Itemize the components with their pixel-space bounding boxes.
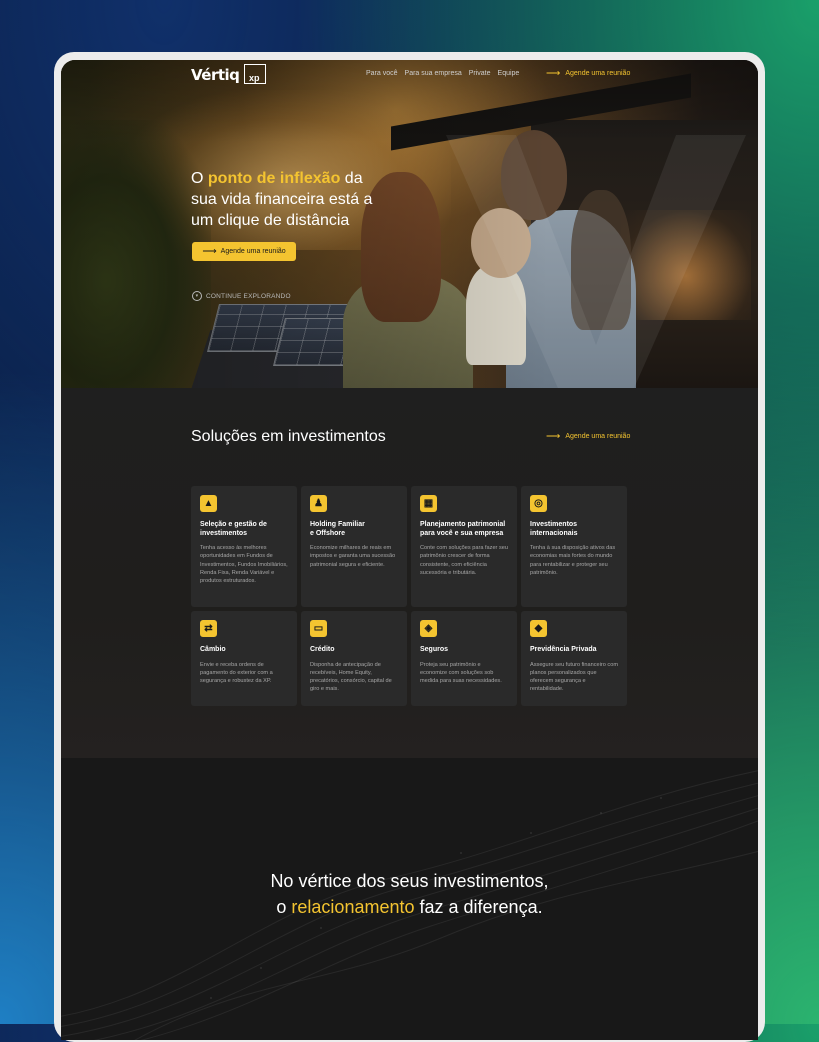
credit-icon: ▭ [310, 620, 327, 637]
website-screen: Vértiq xp Para você Para sua empresa Pri… [61, 60, 758, 1040]
card-title: Holding Familiar e Offshore [310, 521, 365, 537]
exchange-icon: ⇄ [200, 620, 217, 637]
nav-schedule-link[interactable]: ⟶ Agende uma reunião [546, 68, 631, 79]
estate-icon: ▦ [420, 495, 437, 512]
hero-schedule-label: Agende uma reunião [220, 248, 286, 255]
solution-card-internacionais[interactable]: ◎ Investimentos internacionais Tenha à s… [521, 486, 627, 607]
pension-icon: ◆ [530, 620, 547, 637]
global-icon: ◎ [530, 495, 547, 512]
solution-card-cambio[interactable]: ⇄ Câmbio Envie e receba ordens de pagame… [191, 611, 297, 706]
continue-exploring-link[interactable]: ▾ CONTINUE EXPLORANDO [192, 291, 291, 301]
solution-card-seguros[interactable]: ◈ Seguros Proteja seu patrimônio e econo… [411, 611, 517, 706]
investment-icon: ▲ [200, 495, 217, 512]
card-title: Crédito [310, 646, 335, 653]
arrow-right-icon: ⟶ [202, 246, 217, 257]
headline-line-1: No vértice dos seus investimentos, [270, 871, 549, 891]
solutions-title: Soluções em investimentos [191, 428, 386, 445]
solutions-grid: ▲ Seleção e gestão de investimentos Tenh… [191, 486, 627, 706]
solutions-section: Soluções em investimentos ⟶ Agende uma r… [61, 388, 758, 758]
card-description: Disponha de antecipação de recebíveis, H… [310, 661, 392, 693]
hero-title-pre: O [191, 170, 208, 187]
card-title: Investimentos internacionais [530, 521, 578, 537]
brand-logo[interactable]: Vértiq [191, 66, 240, 84]
nav-schedule-label: Agende uma reunião [565, 70, 631, 77]
headline-line-2: o relacionamento faz a diferença. [61, 894, 758, 920]
solution-card-previdencia[interactable]: ◆ Previdência Privada Assegure seu futur… [521, 611, 627, 706]
card-title: Seleção e gestão de investimentos [200, 521, 267, 537]
headline-line-2-post: faz a diferença. [414, 897, 543, 917]
card-title: Previdência Privada [530, 646, 597, 653]
solution-card-holding[interactable]: ♟ Holding Familiar e Offshore Economize … [301, 486, 407, 607]
partner-logo-text: xp [249, 73, 260, 83]
arrow-right-icon: ⟶ [546, 431, 561, 442]
main-nav: Para você Para sua empresa Private Equip… [366, 70, 519, 77]
hero-section: Vértiq xp Para você Para sua empresa Pri… [61, 60, 758, 388]
hero-schedule-button[interactable]: ⟶ Agende uma reunião [192, 242, 296, 261]
hero-overlay [61, 60, 758, 388]
headline-highlight: relacionamento [291, 897, 415, 917]
partner-logo: xp [244, 64, 266, 84]
nav-item-private[interactable]: Private [469, 70, 491, 77]
solutions-schedule-label: Agende uma reunião [565, 433, 631, 440]
solution-card-credito[interactable]: ▭ Crédito Disponha de antecipação de rec… [301, 611, 407, 706]
hero-title: O ponto de inflexão da sua vida financei… [191, 168, 391, 231]
headline-line-2-pre: o [276, 897, 292, 917]
solution-card-investimentos[interactable]: ▲ Seleção e gestão de investimentos Tenh… [191, 486, 297, 607]
card-description: Tenha à sua disposição ativos das econom… [530, 545, 616, 576]
arrow-right-icon: ⟶ [546, 68, 561, 79]
card-description: Assegure seu futuro financeiro com plano… [530, 661, 618, 693]
card-title: Câmbio [200, 646, 226, 653]
shield-icon: ◈ [420, 620, 437, 637]
relationship-headline: No vértice dos seus investimentos, o rel… [61, 868, 758, 920]
nav-item-para-sua-empresa[interactable]: Para sua empresa [405, 70, 462, 77]
continue-exploring-label: CONTINUE EXPLORANDO [206, 292, 291, 300]
nav-item-para-voce[interactable]: Para você [366, 70, 398, 77]
card-title: Planejamento patrimonial para você e sua… [420, 521, 506, 537]
chevron-down-icon: ▾ [192, 291, 202, 301]
card-description: Envie e receba ordens de pagamento do ex… [200, 661, 273, 685]
nav-item-equipe[interactable]: Equipe [498, 70, 520, 77]
card-description: Economize milhares de reais em impostos … [310, 545, 396, 568]
card-description: Tenha acesso às melhores oportunidades e… [200, 545, 288, 585]
solution-card-planejamento[interactable]: ▦ Planejamento patrimonial para você e s… [411, 486, 517, 607]
family-icon: ♟ [310, 495, 327, 512]
relationship-section: No vértice dos seus investimentos, o rel… [61, 758, 758, 1040]
card-title: Seguros [420, 646, 449, 653]
card-description: Conte com soluções para fazer seu patrim… [420, 545, 508, 576]
card-description: Proteja seu patrimônio e economize com s… [420, 661, 502, 685]
hero-title-highlight: ponto de inflexão [207, 170, 341, 187]
solutions-schedule-link[interactable]: ⟶ Agende uma reunião [546, 431, 631, 442]
